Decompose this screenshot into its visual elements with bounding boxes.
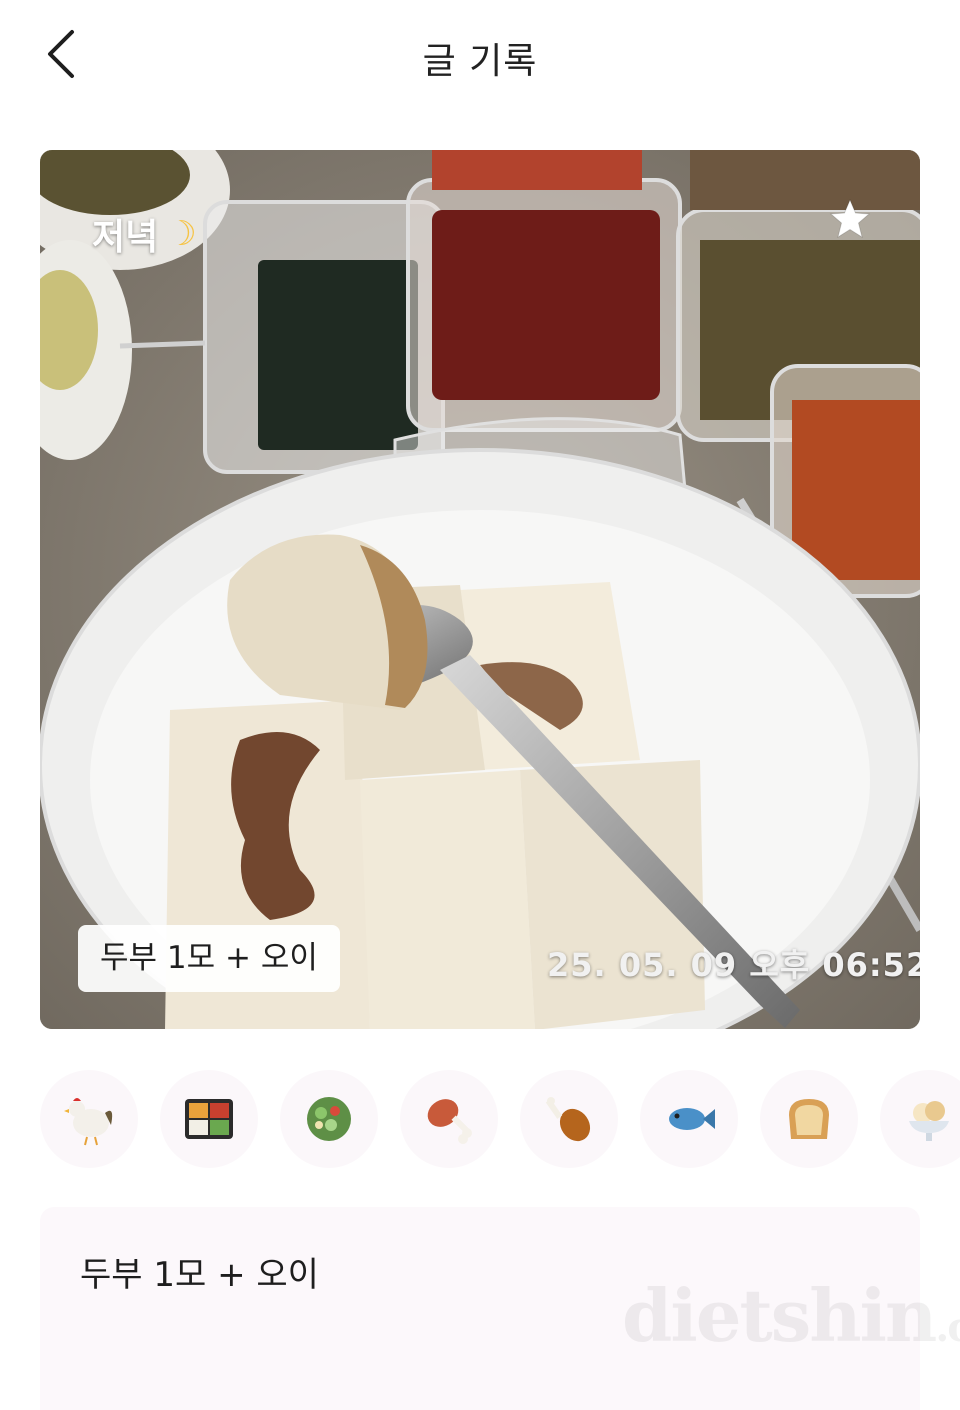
- food-icon-strip: [0, 1068, 960, 1172]
- watermark-text: dietshin: [622, 1273, 937, 1358]
- meal-type-label: 저녁 ☽: [92, 208, 197, 260]
- bento-box-icon[interactable]: [160, 1070, 258, 1168]
- note-box[interactable]: 두부 1모 + 오이 dietshin.com: [40, 1207, 960, 1410]
- poultry-leg-glyph: [545, 1097, 591, 1142]
- meat-on-bone-glyph: [427, 1099, 472, 1144]
- top-bar: 글 기록: [0, 0, 960, 112]
- fish-icon[interactable]: [640, 1070, 738, 1168]
- photo-caption-badge: 두부 1모 + 오이: [78, 925, 340, 992]
- meat-on-bone-icon[interactable]: [400, 1070, 498, 1168]
- crescent-moon-icon: ☽: [166, 214, 197, 254]
- bread-glyph: [789, 1099, 829, 1139]
- bento-box-glyph: [185, 1099, 233, 1139]
- salad-icon[interactable]: [280, 1070, 378, 1168]
- meal-photo[interactable]: 저녁 ☽ 두부 1모 + 오이 25. 05. 09 오후 06:52: [40, 150, 920, 1029]
- page-title: 글 기록: [422, 41, 538, 82]
- bread-icon[interactable]: [760, 1070, 858, 1168]
- star-icon[interactable]: [826, 196, 874, 244]
- fish-glyph: [669, 1108, 715, 1130]
- ice-cream-glyph: [909, 1101, 949, 1141]
- rooster-glyph: [64, 1098, 113, 1146]
- watermark-suffix: .com: [935, 1304, 960, 1351]
- salad-glyph: [307, 1097, 351, 1141]
- ice-cream-icon[interactable]: [880, 1070, 960, 1168]
- photo-timestamp: 25. 05. 09 오후 06:52: [547, 946, 920, 984]
- watermark-logo: dietshin.com: [622, 1273, 960, 1358]
- tofu-meal-photo: [40, 150, 920, 1029]
- meal-type-text: 저녁: [92, 217, 159, 258]
- rooster-icon[interactable]: [40, 1070, 138, 1168]
- note-text: 두부 1모 + 오이: [80, 1255, 319, 1295]
- poultry-leg-icon[interactable]: [520, 1070, 618, 1168]
